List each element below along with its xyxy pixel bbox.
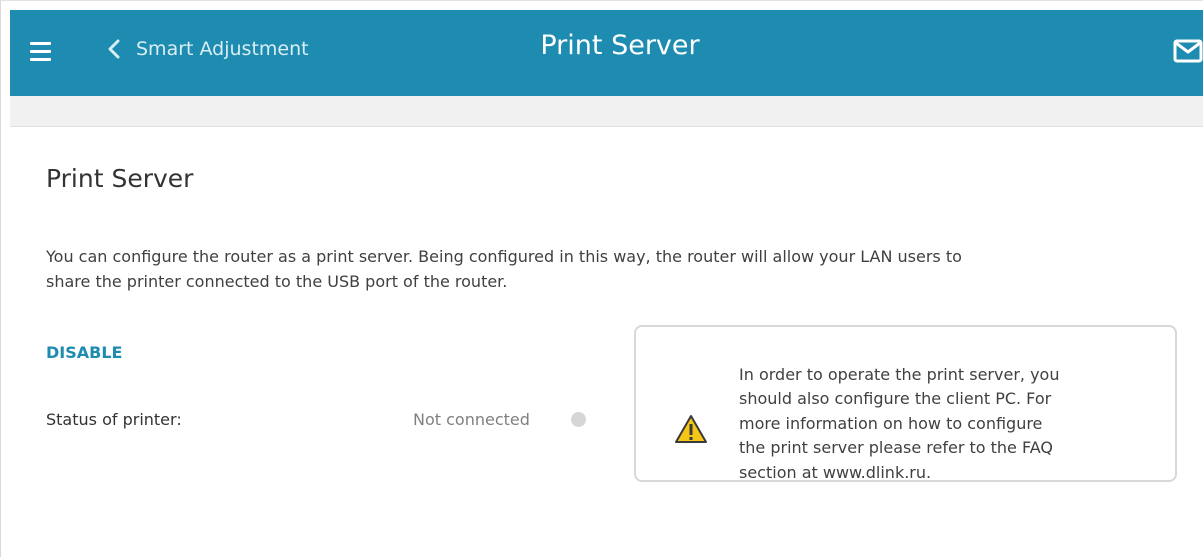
printer-status-label: Status of printer: bbox=[46, 410, 182, 429]
printer-status-value: Not connected bbox=[413, 410, 530, 429]
info-line: should also configure the client PC. For bbox=[739, 389, 1052, 409]
hamburger-menu-icon[interactable] bbox=[30, 42, 51, 62]
info-line: the print server please refer to the FAQ bbox=[739, 438, 1053, 458]
info-line: more information on how to configure bbox=[739, 413, 1043, 433]
envelope-icon[interactable] bbox=[1173, 39, 1203, 63]
back-to-smart-adjustment-link[interactable]: Smart Adjustment bbox=[106, 34, 309, 64]
info-line: section at www.dlink.ru. bbox=[739, 462, 932, 482]
disable-print-server-button[interactable]: DISABLE bbox=[46, 343, 122, 362]
page-heading: Print Server bbox=[46, 164, 194, 193]
info-notice-box: In order to operate the print server, yo… bbox=[634, 325, 1177, 482]
header-title: Print Server bbox=[540, 30, 700, 61]
status-indicator-dot bbox=[571, 412, 586, 427]
info-line: In order to operate the print server, yo… bbox=[739, 365, 1060, 384]
back-link-label: Smart Adjustment bbox=[136, 38, 309, 60]
page-description: You can configure the router as a print … bbox=[46, 244, 1186, 294]
info-notice-text: In order to operate the print server, yo… bbox=[739, 363, 1159, 485]
chevron-left-icon bbox=[108, 39, 120, 59]
warning-triangle-icon bbox=[675, 415, 707, 443]
description-line: share the printer connected to the USB p… bbox=[46, 272, 508, 291]
top-header-bar: Smart Adjustment Print Server bbox=[10, 10, 1203, 96]
description-line: You can configure the router as a print … bbox=[46, 247, 962, 266]
breadcrumb-subbar bbox=[10, 96, 1203, 127]
